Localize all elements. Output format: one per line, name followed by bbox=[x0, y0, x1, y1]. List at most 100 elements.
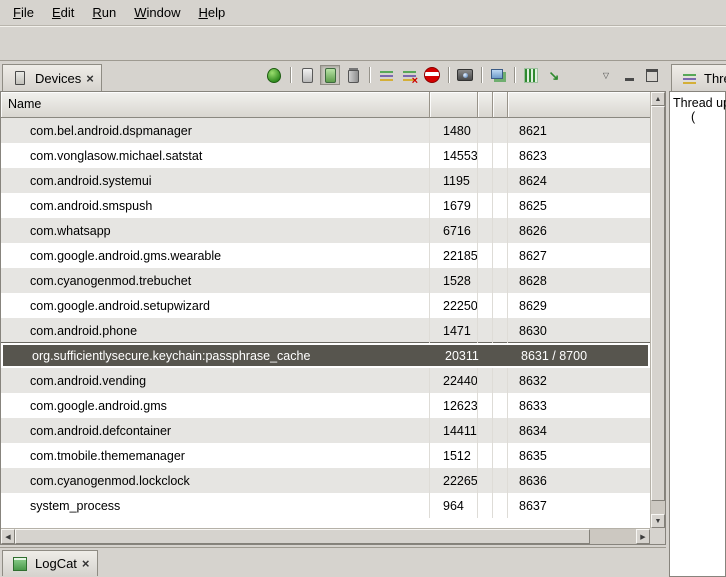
blank-cell bbox=[493, 493, 508, 518]
update-threads-icon[interactable] bbox=[376, 65, 396, 85]
process-pid: 22250 bbox=[430, 293, 478, 318]
process-port: 8636 bbox=[508, 474, 650, 488]
toolbar-separator bbox=[478, 66, 485, 84]
process-name: com.whatsapp bbox=[1, 218, 430, 243]
process-name: com.android.systemui bbox=[1, 168, 430, 193]
minimize-icon[interactable] bbox=[619, 65, 639, 85]
blank-cell bbox=[478, 368, 493, 393]
blank-cell bbox=[478, 493, 493, 518]
column-header-blank-4[interactable] bbox=[508, 92, 650, 118]
scroll-up-button[interactable] bbox=[651, 92, 665, 106]
blank-cell bbox=[478, 268, 493, 293]
table-row[interactable]: com.android.defcontainer 14411 8634 bbox=[1, 418, 650, 443]
column-header-name[interactable]: Name bbox=[1, 92, 430, 118]
table-row[interactable]: com.android.systemui 1195 8624 bbox=[1, 168, 650, 193]
process-name: com.cyanogenmod.lockclock bbox=[1, 468, 430, 493]
process-port: 8626 bbox=[508, 224, 650, 238]
table-row[interactable]: com.google.android.gms.wearable 22185 86… bbox=[1, 243, 650, 268]
blank-cell bbox=[493, 443, 508, 468]
menu-edit[interactable]: Edit bbox=[43, 2, 83, 23]
process-port: 8621 bbox=[508, 124, 650, 138]
logcat-icon bbox=[10, 554, 30, 574]
toolbar-separator bbox=[511, 66, 518, 84]
devices-toolbar bbox=[264, 65, 662, 85]
vertical-scroll-thumb[interactable] bbox=[651, 106, 665, 501]
process-port: 8637 bbox=[508, 499, 650, 513]
blank-cell bbox=[478, 168, 493, 193]
scrollbar-corner bbox=[650, 528, 665, 544]
process-name: com.google.android.gms.wearable bbox=[1, 243, 430, 268]
method-profiling-icon[interactable] bbox=[521, 65, 541, 85]
table-row[interactable]: com.android.vending 22440 8632 bbox=[1, 368, 650, 393]
process-port: 8631 / 8700 bbox=[510, 349, 648, 363]
table-row[interactable]: org.sufficientlysecure.keychain:passphra… bbox=[1, 343, 650, 368]
process-port: 8623 bbox=[508, 149, 650, 163]
threads-view-body: Thread up ( bbox=[669, 91, 726, 577]
workbench: Devices Name com.bel.android.dspmanager … bbox=[0, 62, 726, 577]
menu-window[interactable]: Window bbox=[125, 2, 189, 23]
table-row[interactable]: com.google.android.gms 12623 8633 bbox=[1, 393, 650, 418]
horizontal-scroll-thumb[interactable] bbox=[15, 529, 590, 544]
toolbar-separator bbox=[366, 66, 373, 84]
blank-cell bbox=[480, 345, 495, 366]
menu-file[interactable]: File bbox=[4, 2, 43, 23]
process-name: com.google.android.gms bbox=[1, 393, 430, 418]
screen-capture-icon[interactable] bbox=[455, 65, 475, 85]
update-heap-icon[interactable] bbox=[297, 65, 317, 85]
stop-threads-icon[interactable] bbox=[399, 65, 419, 85]
blank-cell bbox=[493, 318, 508, 343]
view-menu-icon[interactable] bbox=[596, 65, 616, 85]
blank-cell bbox=[493, 168, 508, 193]
tab-threads[interactable]: Threads bbox=[671, 64, 726, 91]
menu-run[interactable]: Run bbox=[83, 2, 125, 23]
table-row[interactable]: com.tmobile.thememanager 1512 8635 bbox=[1, 443, 650, 468]
table-row[interactable]: com.vonglasow.michael.satstat 14553 8623 bbox=[1, 143, 650, 168]
blank-cell bbox=[493, 268, 508, 293]
table-row[interactable]: com.android.smspush 1679 8625 bbox=[1, 193, 650, 218]
column-header-blank-3[interactable] bbox=[493, 92, 508, 118]
process-pid: 22185 bbox=[430, 243, 478, 268]
tab-logcat[interactable]: LogCat bbox=[2, 550, 98, 576]
screen-gallery-icon[interactable] bbox=[488, 65, 508, 85]
table-row[interactable]: com.android.phone 1471 8630 bbox=[1, 318, 650, 343]
blank-cell bbox=[493, 193, 508, 218]
main-toolbar bbox=[0, 26, 726, 61]
table-row[interactable]: com.whatsapp 6716 8626 bbox=[1, 218, 650, 243]
horizontal-scrollbar[interactable] bbox=[1, 528, 650, 544]
process-name: com.cyanogenmod.trebuchet bbox=[1, 268, 430, 293]
column-header-blank-2[interactable] bbox=[478, 92, 493, 118]
dump-hprof-icon[interactable] bbox=[320, 65, 340, 85]
close-icon[interactable] bbox=[86, 71, 94, 86]
devices-region: Devices Name com.bel.android.dspmanager … bbox=[0, 62, 666, 577]
table-row[interactable]: com.google.android.setupwizard 22250 862… bbox=[1, 293, 650, 318]
blank-cell bbox=[478, 418, 493, 443]
scroll-right-button[interactable] bbox=[636, 529, 650, 544]
table-row[interactable]: system_process 964 8637 bbox=[1, 493, 650, 518]
process-pid: 1512 bbox=[430, 443, 478, 468]
profiling-start-icon[interactable] bbox=[544, 65, 564, 85]
column-header-blank-1[interactable] bbox=[430, 92, 478, 118]
blank-cell bbox=[478, 393, 493, 418]
process-pid: 14553 bbox=[430, 143, 478, 168]
table-row[interactable]: com.bel.android.dspmanager 1480 8621 bbox=[1, 118, 650, 143]
process-port: 8627 bbox=[508, 249, 650, 263]
maximize-icon[interactable] bbox=[642, 65, 662, 85]
process-pid: 1471 bbox=[430, 318, 478, 343]
process-name: com.android.vending bbox=[1, 368, 430, 393]
table-row[interactable]: com.cyanogenmod.lockclock 22265 8636 bbox=[1, 468, 650, 493]
stop-process-icon[interactable] bbox=[422, 65, 442, 85]
devices-tab-label: Devices bbox=[35, 71, 81, 86]
table-row[interactable]: com.cyanogenmod.trebuchet 1528 8628 bbox=[1, 268, 650, 293]
scroll-left-button[interactable] bbox=[1, 529, 15, 544]
process-port: 8632 bbox=[508, 374, 650, 388]
debug-icon[interactable] bbox=[264, 65, 284, 85]
close-icon[interactable] bbox=[82, 556, 90, 571]
blank-cell bbox=[493, 118, 508, 143]
tab-devices[interactable]: Devices bbox=[2, 64, 102, 91]
scroll-down-button[interactable] bbox=[651, 514, 665, 528]
vertical-scrollbar[interactable] bbox=[650, 92, 665, 528]
threads-message-line1: Thread up bbox=[673, 96, 725, 110]
menu-help[interactable]: Help bbox=[189, 2, 234, 23]
cause-gc-icon[interactable] bbox=[343, 65, 363, 85]
blank-cell bbox=[478, 318, 493, 343]
